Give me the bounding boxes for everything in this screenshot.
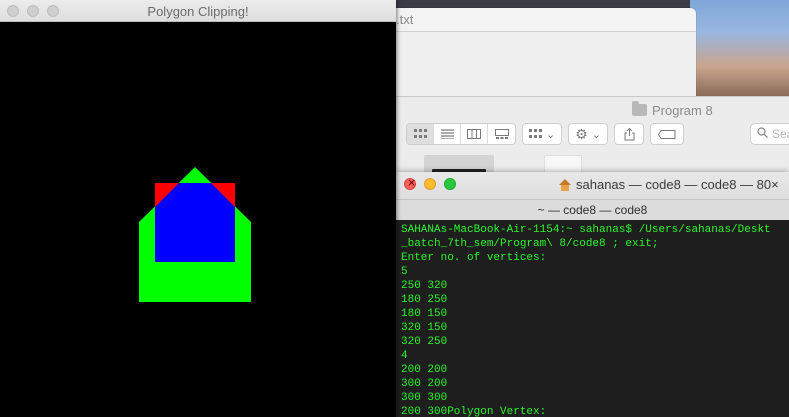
terminal-line: 180 150 (401, 308, 448, 320)
terminal-title-label: sahanas — code8 — code8 — 80× (576, 177, 779, 192)
terminal-window: sahanas — code8 — code8 — 80× ~ — code8 … (396, 172, 789, 417)
list-icon (440, 129, 454, 139)
terminal-tab-label: ~ — code8 — code8 (537, 203, 648, 217)
text-edit-title: .txt (396, 12, 414, 27)
view-mode-segmented-control (406, 123, 516, 145)
terminal-line: 200 200 (401, 364, 448, 376)
minimize-button[interactable] (424, 178, 436, 190)
terminal-line: 250 320 (401, 280, 448, 292)
terminal-line: 200 300Polygon Vertex: (401, 406, 547, 417)
finder-title-label: Program 8 (652, 102, 713, 118)
terminal-output[interactable]: SAHANAs-MacBook-Air-1154:~ sahanas$ /Use… (396, 220, 789, 417)
terminal-line: Enter no. of vertices: (401, 252, 547, 264)
columns-icon (467, 129, 481, 139)
chevron-down-icon: ⌄ (591, 128, 601, 141)
search-icon (757, 127, 768, 141)
zoom-button[interactable] (444, 178, 456, 190)
terminal-line: 180 250 (401, 294, 448, 306)
polygon-window-title: Polygon Clipping! (147, 4, 249, 19)
text-edit-window: .txt (390, 8, 696, 103)
terminal-line: _batch_7th_sem/Program\ 8/code8 ; exit; (401, 238, 659, 250)
traffic-lights (404, 176, 456, 190)
group-by-button[interactable]: ⌄ (522, 123, 563, 145)
text-edit-titlebar: .txt (390, 8, 696, 32)
terminal-titlebar: sahanas — code8 — code8 — 80× ~ — code8 … (396, 172, 789, 220)
search-placeholder: Sear (772, 127, 789, 141)
chevron-down-icon: ⌄ (546, 128, 556, 141)
folder-icon (632, 101, 647, 116)
home-icon (558, 178, 571, 191)
tags-button[interactable] (650, 123, 684, 145)
terminal-line: SAHANAs-MacBook-Air-1154:~ sahanas$ /Use… (401, 224, 771, 236)
group-grid-icon (529, 129, 542, 138)
finder-title: Program 8 (632, 101, 713, 119)
terminal-title: sahanas — code8 — code8 — 80× (558, 177, 779, 192)
terminal-line: 320 250 (401, 336, 448, 348)
gallery-icon (494, 129, 509, 139)
column-view-button[interactable] (461, 124, 488, 144)
polygon-clipping-window: Polygon Clipping! (0, 0, 396, 417)
gallery-view-button[interactable] (488, 124, 515, 144)
close-button[interactable] (404, 176, 416, 190)
tag-icon (658, 129, 676, 139)
terminal-line: 4 (401, 350, 408, 362)
share-icon (624, 127, 634, 140)
finder-toolbar: ⌄ ⚙ ⌄ Sear (406, 123, 789, 145)
search-field[interactable]: Sear (750, 123, 789, 145)
terminal-line: 300 300 (401, 392, 448, 404)
action-button[interactable]: ⚙ ⌄ (568, 123, 608, 145)
polygon-canvas (0, 22, 396, 417)
grid-icon (413, 129, 427, 138)
terminal-line: 320 150 (401, 322, 448, 334)
terminal-line: 300 200 (401, 378, 448, 390)
gear-icon: ⚙ (575, 125, 588, 142)
polygon-window-titlebar: Polygon Clipping! (0, 0, 396, 22)
list-view-button[interactable] (434, 124, 461, 144)
icon-view-button[interactable] (407, 124, 434, 144)
terminal-line: 5 (401, 266, 408, 278)
terminal-tab[interactable]: ~ — code8 — code8 (396, 199, 789, 220)
share-button[interactable] (614, 123, 644, 145)
